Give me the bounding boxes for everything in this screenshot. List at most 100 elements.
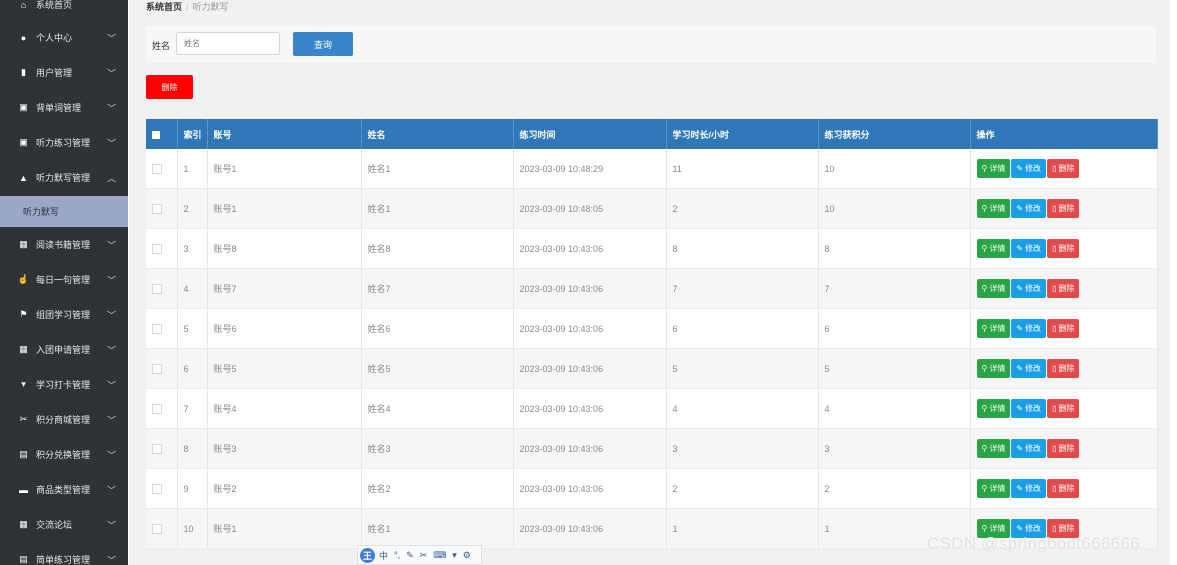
detail-button[interactable]: ⚲ 详情: [976, 439, 1011, 458]
batch-delete-button[interactable]: 删除: [146, 75, 193, 99]
edit-button[interactable]: ✎ 修改: [1011, 319, 1047, 338]
trash-icon: ▯: [1052, 244, 1057, 253]
sidebar-item[interactable]: ▣ 背单词管理 ﹀: [0, 90, 128, 125]
ime-punctuation-icon[interactable]: °,: [394, 550, 400, 560]
detail-button[interactable]: ⚲ 详情: [976, 279, 1011, 298]
row-checkbox[interactable]: [152, 243, 162, 254]
detail-button[interactable]: ⚲ 详情: [976, 319, 1011, 338]
detail-button-label: 详情: [989, 164, 1006, 173]
cell-name: 姓名5: [361, 348, 514, 389]
cell-points: 7: [818, 268, 971, 309]
row-checkbox-cell: [146, 149, 178, 189]
sidebar-item-label: 学习打卡管理: [36, 380, 91, 390]
sidebar-item[interactable]: ▬ 商品类型管理 ﹀: [0, 472, 128, 507]
ticket-icon: ✂: [19, 414, 28, 424]
edit-button[interactable]: ✎ 修改: [1011, 239, 1047, 258]
detail-button[interactable]: ⚲ 详情: [976, 359, 1011, 378]
row-checkbox-cell: [146, 268, 178, 309]
breadcrumb-current: 听力默写: [192, 2, 229, 12]
row-checkbox[interactable]: [152, 283, 162, 294]
delete-button[interactable]: ▯ 删除: [1047, 359, 1080, 378]
delete-button[interactable]: ▯ 删除: [1047, 399, 1080, 418]
sidebar-item[interactable]: ▦ 交流论坛 ﹀: [0, 507, 128, 542]
search-button[interactable]: 查询: [293, 32, 353, 56]
edit-button-label: 修改: [1025, 164, 1042, 173]
row-checkbox[interactable]: [152, 163, 162, 174]
sidebar-item-label: 系统首页: [36, 0, 73, 10]
actions-cell: ⚲ 详情 ✎ 修改 ▯ 删除: [970, 308, 1158, 349]
chevron-down-icon: ﹀: [106, 380, 116, 390]
sidebar-item[interactable]: ☝ 每日一句管理 ﹀: [0, 262, 128, 297]
detail-button[interactable]: ⚲ 详情: [976, 159, 1011, 178]
delete-button[interactable]: ▯ 删除: [1047, 319, 1080, 338]
cell-time: 2023-03-09 10:43:06: [513, 428, 667, 469]
ime-shirt-icon[interactable]: ▾: [452, 550, 457, 561]
sidebar-item[interactable]: ▦ 入团申请管理 ﹀: [0, 332, 128, 367]
sidebar-item-label: 简单练习管理: [36, 555, 91, 565]
ime-logo[interactable]: 王: [360, 547, 375, 563]
row-checkbox[interactable]: [152, 363, 162, 374]
ime-keyboard-icon[interactable]: ⌨: [433, 550, 446, 561]
detail-button[interactable]: ⚲ 详情: [976, 399, 1011, 418]
chevron-down-icon: ﹀: [106, 310, 116, 320]
detail-button[interactable]: ⚲ 详情: [976, 199, 1011, 218]
edit-button[interactable]: ✎ 修改: [1011, 439, 1047, 458]
flag-icon: ⚑: [19, 309, 28, 319]
table-row: 8 账号3 姓名3 2023-03-09 10:43:06 3 3 ⚲ 详情 ✎ 修改 ▯ 删除: [146, 428, 1158, 469]
sidebar-item-label: 组团学习管理: [36, 310, 91, 320]
sidebar-item[interactable]: ▮ 用户管理 ﹀: [0, 55, 128, 90]
delete-button[interactable]: ▯ 删除: [1047, 159, 1080, 178]
delete-button[interactable]: ▯ 删除: [1047, 439, 1080, 458]
sidebar-item[interactable]: ▤ 积分兑换管理 ﹀: [0, 437, 128, 472]
delete-button[interactable]: ▯ 删除: [1047, 479, 1080, 498]
row-checkbox[interactable]: [152, 403, 162, 414]
cell-name: 姓名1: [361, 508, 514, 549]
column-header: 索引: [177, 119, 208, 149]
table-row: 4 账号7 姓名7 2023-03-09 10:43:06 7 7 ⚲ 详情 ✎ 修改 ▯ 删除: [146, 268, 1158, 309]
edit-button[interactable]: ✎ 修改: [1011, 199, 1047, 218]
edit-button-label: 修改: [1025, 204, 1042, 213]
ime-gear-icon[interactable]: ⚙: [463, 550, 471, 561]
sidebar-item[interactable]: ▾ 学习打卡管理 ﹀: [0, 367, 128, 402]
sidebar-item[interactable]: ● 个人中心 ﹀: [0, 20, 128, 55]
trash-icon: ▯: [1052, 524, 1057, 533]
edit-button[interactable]: ✎ 修改: [1011, 159, 1047, 178]
sidebar-item[interactable]: ▣ 听力练习管理 ﹀: [0, 125, 128, 160]
pencil-icon: ✎: [1016, 204, 1024, 213]
sidebar-item[interactable]: ▤ 简单练习管理 ﹀: [0, 542, 128, 565]
edit-button[interactable]: ✎ 修改: [1011, 399, 1047, 418]
search-label: 姓名: [152, 41, 171, 51]
edit-button[interactable]: ✎ 修改: [1011, 479, 1047, 498]
detail-button[interactable]: ⚲ 详情: [976, 239, 1011, 258]
sidebar-item[interactable]: ⌂ 系统首页: [0, 0, 128, 22]
sidebar-item[interactable]: ▲ 听力默写管理 ︿: [0, 160, 128, 195]
edit-button[interactable]: ✎ 修改: [1011, 279, 1047, 298]
delete-button[interactable]: ▯ 删除: [1047, 199, 1080, 218]
search-input[interactable]: [176, 32, 280, 55]
delete-button[interactable]: ▯ 删除: [1047, 239, 1080, 258]
row-checkbox[interactable]: [152, 483, 162, 494]
sidebar-item[interactable]: ✂ 积分商城管理 ﹀: [0, 402, 128, 437]
table-row: 9 账号2 姓名2 2023-03-09 10:43:06 2 2 ⚲ 详情 ✎ 修改 ▯ 删除: [146, 468, 1158, 509]
cell-account: 账号7: [207, 268, 362, 309]
ime-pen-icon[interactable]: ✎: [406, 550, 414, 561]
row-checkbox[interactable]: [152, 443, 162, 454]
delete-button[interactable]: ▯ 删除: [1047, 279, 1080, 298]
sidebar-subitem-active[interactable]: 听力默写: [0, 196, 128, 227]
breadcrumb-home[interactable]: 系统首页: [146, 2, 182, 12]
ime-scissors-icon[interactable]: ✂: [420, 550, 428, 561]
cell-time: 2023-03-09 10:43:06: [513, 348, 667, 389]
sidebar-item[interactable]: ⚑ 组团学习管理 ﹀: [0, 297, 128, 332]
chevron-down-icon: ﹀: [106, 33, 116, 43]
row-checkbox[interactable]: [152, 323, 162, 334]
row-checkbox[interactable]: [152, 203, 162, 214]
sidebar-item[interactable]: ▦ 阅读书籍管理 ﹀: [0, 227, 128, 262]
select-all-checkbox[interactable]: [146, 119, 178, 149]
cell-index: 10: [177, 508, 208, 549]
ime-mode[interactable]: 中: [379, 549, 388, 562]
detail-button[interactable]: ⚲ 详情: [976, 479, 1011, 498]
cell-points: 5: [818, 348, 971, 389]
row-checkbox[interactable]: [152, 523, 162, 534]
edit-button[interactable]: ✎ 修改: [1011, 359, 1047, 378]
cell-points: 10: [818, 149, 971, 189]
